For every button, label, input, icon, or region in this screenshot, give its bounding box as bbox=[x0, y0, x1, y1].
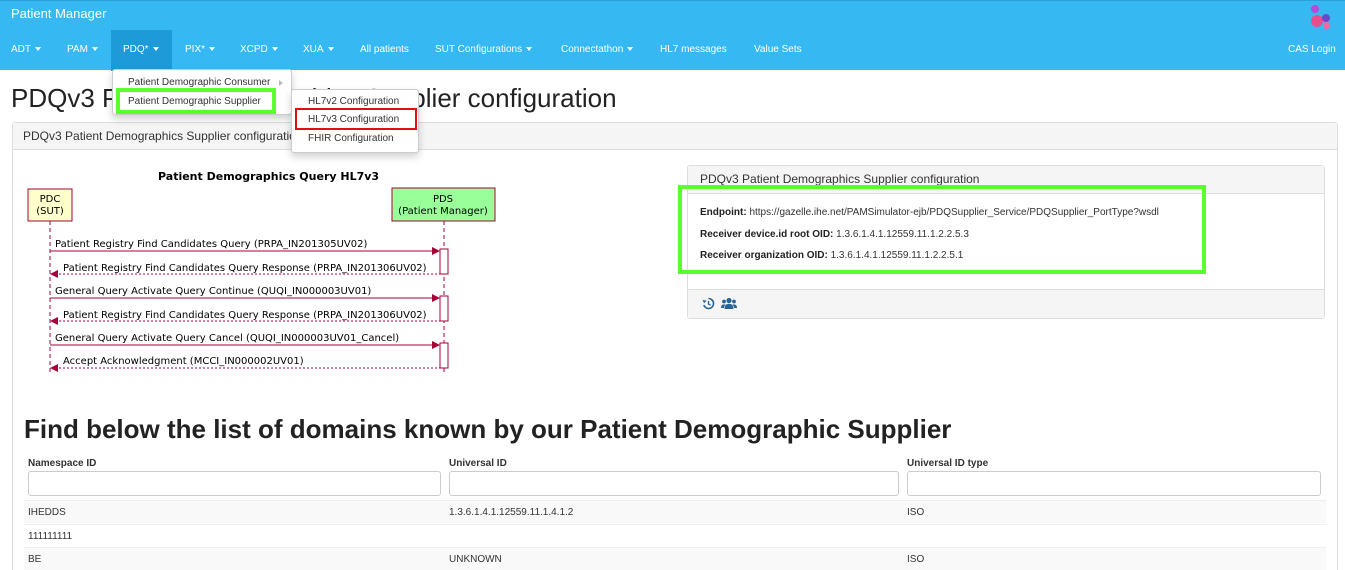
nav-hl7-messages[interactable]: HL7 messages bbox=[660, 30, 727, 71]
nav-adt[interactable]: ADT bbox=[11, 30, 41, 71]
highlight-supplier-item bbox=[116, 88, 276, 114]
cell-universal-id: UNKNOWN bbox=[449, 554, 502, 565]
nav-pdq[interactable]: PDQ* bbox=[111, 30, 172, 71]
nav-pam[interactable]: PAM bbox=[67, 30, 98, 71]
activation-box bbox=[439, 295, 449, 322]
nav-xcpd-label: XCPD bbox=[240, 44, 268, 55]
nav-all-patients[interactable]: All patients bbox=[360, 30, 409, 71]
nav-hl7-label: HL7 messages bbox=[660, 44, 727, 55]
caret-down-icon bbox=[209, 47, 216, 52]
highlight-config-box bbox=[678, 185, 1206, 274]
nav-pix-label: PIX* bbox=[185, 44, 206, 55]
history-icon[interactable] bbox=[702, 297, 715, 310]
nav-value-sets[interactable]: Value Sets bbox=[754, 30, 802, 71]
config-panel-footer bbox=[688, 289, 1324, 318]
panel-heading: PDQv3 Patient Demographics Supplier conf… bbox=[13, 123, 1337, 150]
universal-id-filter-input[interactable] bbox=[449, 471, 899, 496]
column-header-universal-id[interactable]: Universal ID bbox=[449, 458, 507, 469]
pdc-actor-sublabel: (SUT) bbox=[36, 206, 64, 217]
app-title[interactable]: Patient Manager bbox=[11, 6, 106, 21]
caret-down-icon bbox=[35, 47, 41, 52]
cell-namespace-id: BE bbox=[28, 554, 42, 565]
top-navbar: Patient Manager ADT PAM PDQ* PIX* XCPD X… bbox=[0, 0, 1345, 71]
main-nav: ADT PAM PDQ* PIX* XCPD XUA All patients … bbox=[0, 30, 1345, 71]
pdc-actor-label: PDC bbox=[40, 194, 61, 205]
caret-down-icon bbox=[526, 47, 533, 52]
caret-down-icon bbox=[627, 47, 634, 52]
universal-id-type-filter-input[interactable] bbox=[907, 471, 1321, 496]
nav-pdq-label: PDQ* bbox=[123, 44, 149, 55]
cell-namespace-id: 111111111 bbox=[28, 531, 73, 542]
nav-pix[interactable]: PIX* bbox=[185, 30, 216, 71]
activation-box bbox=[439, 342, 449, 369]
caret-down-icon bbox=[152, 47, 159, 52]
caret-down-icon bbox=[271, 47, 278, 52]
nav-xua-label: XUA bbox=[303, 44, 324, 55]
activation-box bbox=[439, 248, 449, 275]
sequence-diagram-title: Patient Demographics Query HL7v3 bbox=[158, 170, 380, 183]
pds-actor-label: PDS bbox=[433, 194, 453, 205]
pds-actor-sublabel: (Patient Manager) bbox=[398, 206, 488, 217]
message-label: Patient Registry Find Candidates Query (… bbox=[55, 239, 367, 250]
chevron-right-icon bbox=[279, 80, 283, 86]
table-row[interactable]: BE UNKNOWN ISO bbox=[24, 547, 1326, 570]
cell-universal-id-type: ISO bbox=[907, 507, 925, 518]
message-label: General Query Activate Query Continue (Q… bbox=[55, 286, 371, 297]
table-row[interactable]: IHEDDS 1.3.6.1.4.1.12559.11.1.4.1.2 ISO bbox=[24, 500, 1326, 523]
nav-sut-label: SUT Configurations bbox=[435, 44, 523, 55]
nav-connectathon-label: Connectathon bbox=[561, 44, 624, 55]
nav-all-patients-label: All patients bbox=[360, 44, 409, 55]
cas-login-link[interactable]: CAS Login bbox=[1288, 30, 1336, 71]
nav-adt-label: ADT bbox=[11, 44, 31, 55]
menu-item-label: Patient Demographic Consumer bbox=[128, 77, 271, 88]
highlight-hl7v3-item bbox=[295, 108, 417, 130]
message-label: General Query Activate Query Cancel (QUQ… bbox=[55, 333, 399, 344]
caret-down-icon bbox=[91, 47, 98, 52]
cell-namespace-id: IHEDDS bbox=[28, 507, 66, 518]
nav-connectathon[interactable]: Connectathon bbox=[561, 30, 634, 71]
brand-logo-icon bbox=[1309, 5, 1333, 29]
column-header-universal-id-type[interactable]: Universal ID type bbox=[907, 458, 988, 469]
caret-down-icon bbox=[327, 47, 334, 52]
menu-item-fhir-configuration[interactable]: FHIR Configuration bbox=[292, 130, 418, 148]
message-label: Accept Acknowledgment (MCCI_IN000002UV01… bbox=[63, 356, 304, 367]
users-icon[interactable] bbox=[721, 297, 737, 310]
table-row[interactable]: 111111111 bbox=[24, 524, 1326, 547]
cell-universal-id: 1.3.6.1.4.1.12559.11.1.4.1.2 bbox=[449, 507, 574, 518]
nav-sut-configurations[interactable]: SUT Configurations bbox=[435, 30, 533, 71]
nav-xua[interactable]: XUA bbox=[303, 30, 334, 71]
domains-section-title: Find below the list of domains known by … bbox=[24, 414, 952, 444]
nav-value-sets-label: Value Sets bbox=[754, 44, 802, 55]
message-label: Patient Registry Find Candidates Query R… bbox=[63, 263, 427, 274]
sequence-diagram: PDC (SUT) PDS (Patient Manager) Patient … bbox=[27, 187, 496, 373]
nav-pam-label: PAM bbox=[67, 44, 88, 55]
namespace-id-filter-input[interactable] bbox=[28, 471, 441, 496]
column-header-namespace-id[interactable]: Namespace ID bbox=[28, 458, 96, 469]
cell-universal-id-type: ISO bbox=[907, 554, 925, 565]
message-label: Patient Registry Find Candidates Query R… bbox=[63, 310, 427, 321]
nav-xcpd[interactable]: XCPD bbox=[240, 30, 278, 71]
